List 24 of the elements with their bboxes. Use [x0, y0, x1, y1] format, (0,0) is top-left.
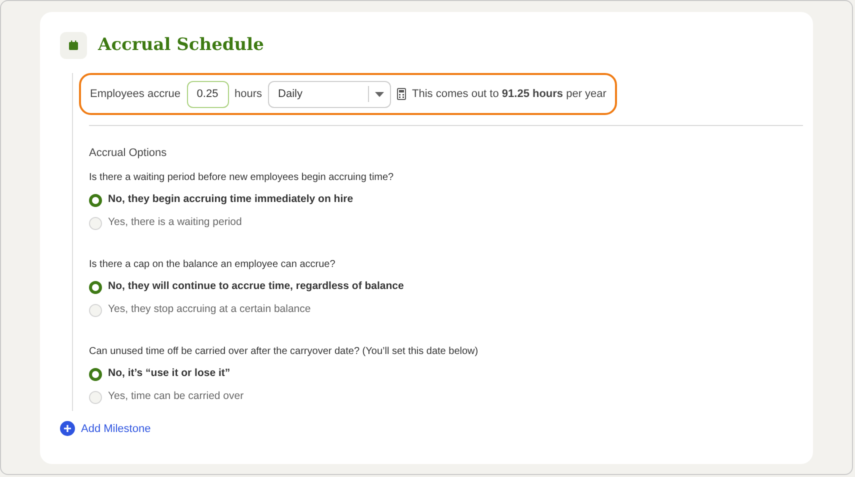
radio-label: No, it’s “use it or lose it” [108, 366, 230, 382]
radio-button[interactable] [89, 368, 102, 380]
radio-button[interactable] [89, 194, 102, 206]
plus-icon [60, 421, 75, 436]
radio-label: Yes, there is a waiting period [108, 215, 242, 230]
section-title: Accrual Schedule [98, 34, 264, 57]
question-text: Is there a waiting period before new employees begin accruing time? [89, 170, 395, 184]
radio-label: No, they begin accruing time immediately on hire [108, 192, 354, 208]
radio-label: Yes, time can be carried over [108, 389, 244, 404]
frequency-select[interactable]: Daily [268, 80, 392, 108]
add-milestone-button[interactable]: Add Milestone [60, 420, 151, 437]
amount-field[interactable]: 0.25 [186, 80, 228, 108]
yearly-summary: This comes out to 91.25 hours per year [412, 86, 606, 102]
accrue-label: Employees accrue [90, 86, 180, 102]
question-text: Is there a cap on the balance an employee can accrue? [89, 258, 336, 272]
radio-label: Yes, they stop accruing at a certain balance [108, 302, 311, 318]
calculator-icon [397, 88, 406, 100]
radio-label: No, they will continue to accrue time, regardless of balance [108, 279, 404, 294]
calendar-icon [60, 32, 87, 59]
options-heading: Accrual Options [89, 146, 168, 161]
question-text: Can unused time off be carried over after the carryover date? (You’ll set this date below) [89, 344, 480, 358]
caret-icon [375, 92, 384, 96]
radio-button[interactable] [89, 280, 102, 294]
unit-label: hours [234, 86, 262, 102]
